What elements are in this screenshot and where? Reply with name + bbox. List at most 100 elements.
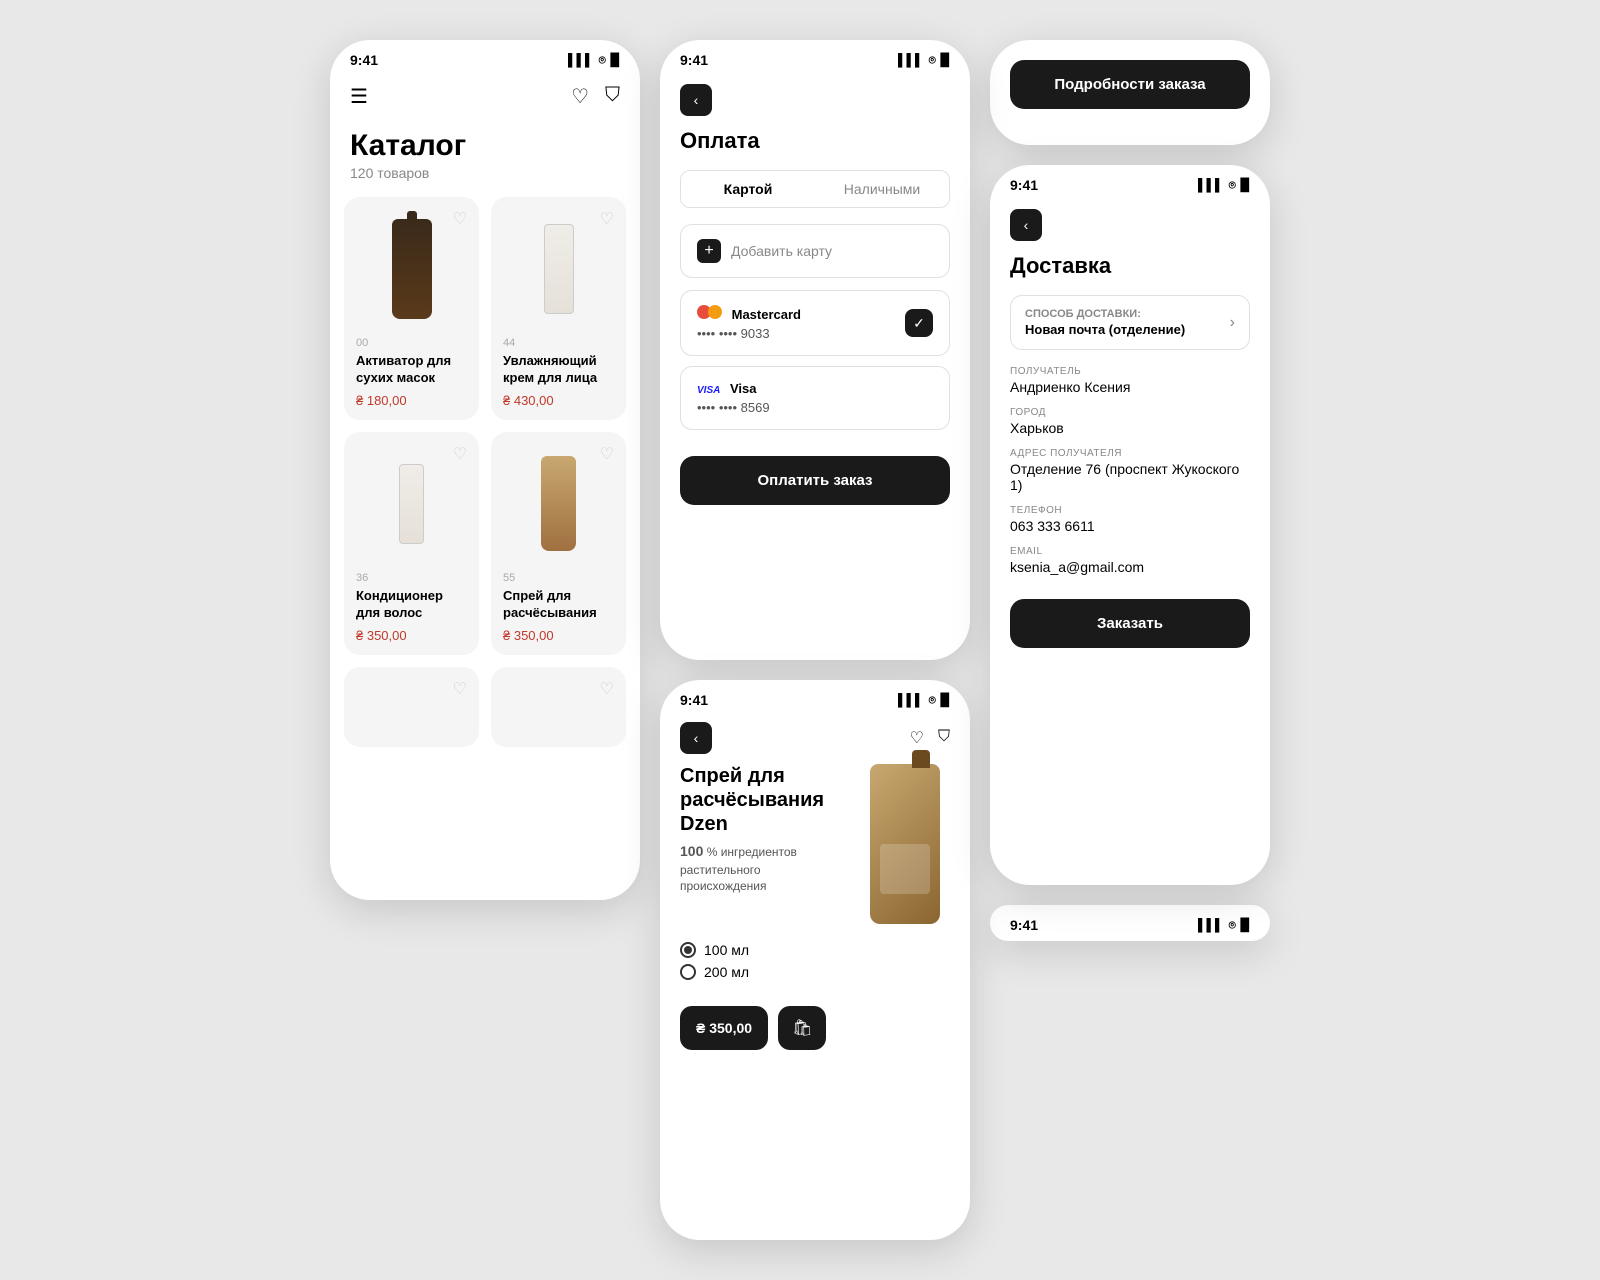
- heart-icon-1[interactable]: ♡: [453, 209, 467, 229]
- right-column: Подробности заказа 9:41 ▌▌▌ ⌾ ▉ ‹ Достав…: [990, 40, 1270, 941]
- radio-200ml[interactable]: [680, 964, 696, 980]
- heart-icon-6[interactable]: ♡: [600, 679, 614, 699]
- delivery-method-value: Новая почта (отделение): [1025, 322, 1185, 337]
- delivery-method-label: Способ доставки:: [1025, 308, 1185, 320]
- size-100ml[interactable]: 100 мл: [680, 942, 970, 958]
- product-cart-icon[interactable]: ⛉: [938, 728, 950, 748]
- product-grid-partial: ♡ ♡: [330, 667, 640, 763]
- bottom-partial-screen: 9:41 ▌▌▌ ⌾ ▉: [990, 905, 1270, 941]
- status-bar-3: 9:41 ▌▌▌ ⌾ ▉: [660, 680, 970, 716]
- mastercard-logo: [697, 305, 722, 319]
- battery-icon-3: ▉: [941, 693, 950, 707]
- status-bar-2: 9:41 ▌▌▌ ⌾ ▉: [660, 40, 970, 76]
- wishlist-icon[interactable]: ♡: [571, 84, 589, 109]
- email-block: EMAIL ksenia_a@gmail.com: [1010, 546, 1250, 575]
- order-details-button[interactable]: Подробности заказа: [1010, 60, 1250, 109]
- visa-logo: VISA: [697, 385, 720, 396]
- battery-icon-2: ▉: [941, 53, 950, 67]
- catalog-header: Каталог 120 товаров: [330, 121, 640, 197]
- ingredient-badge: 100 % ингредиентов растительного происхо…: [680, 842, 840, 895]
- signal-icon-3: ▌▌▌: [898, 693, 924, 707]
- pay-button[interactable]: Оплатить заказ: [680, 456, 950, 505]
- tab-card[interactable]: Картой: [681, 171, 815, 207]
- card-row-visa[interactable]: VISA Visa •••• •••• 8569: [680, 366, 950, 430]
- visa-info: VISA Visa •••• •••• 8569: [697, 381, 933, 415]
- heart-icon-3[interactable]: ♡: [453, 444, 467, 464]
- size-options: 100 мл 200 мл: [660, 934, 970, 994]
- size-200ml[interactable]: 200 мл: [680, 964, 970, 980]
- order-details-partial: Подробности заказа: [990, 40, 1270, 145]
- product-card-1[interactable]: ♡ 00 Активатор для сухих масок ₴ 180,00: [344, 197, 479, 420]
- wifi-icon: ⌾: [599, 53, 606, 68]
- spray-bottle-image: [870, 764, 940, 924]
- wifi-icon-5: ⌾: [1229, 918, 1236, 933]
- product-detail-left: Спрей для расчёсывания Dzen 100 % ингред…: [660, 764, 840, 934]
- card-row-mastercard[interactable]: Mastercard •••• •••• 9033 ✓: [680, 290, 950, 356]
- product-detail-content: Спрей для расчёсывания Dzen 100 % ингред…: [660, 764, 970, 934]
- product-card-3[interactable]: ♡ 36 Кондиционер для волос ₴ 350,00: [344, 432, 479, 655]
- product-top-icons: ♡ ⛉: [910, 728, 950, 748]
- email-value: ksenia_a@gmail.com: [1010, 559, 1250, 575]
- product-card-4[interactable]: ♡ 55 Спрей для расчёсывания ₴ 350,00: [491, 432, 626, 655]
- product-detail-right: [840, 764, 970, 934]
- wifi-icon-3: ⌾: [929, 693, 936, 708]
- address-block: АДРЕС ПОЛУЧАТЕЛЯ Отделение 76 (проспект …: [1010, 448, 1250, 493]
- payment-tabs: Картой Наличными: [680, 170, 950, 208]
- price-button[interactable]: ₴ 350,00: [680, 1006, 768, 1050]
- delivery-method-box[interactable]: Способ доставки: Новая почта (отделение)…: [1010, 295, 1250, 350]
- wifi-icon-4: ⌾: [1229, 178, 1236, 193]
- product-number-3: 36: [356, 572, 467, 584]
- ingredient-percent: 100: [680, 843, 703, 859]
- visa-label: Visa: [730, 381, 757, 396]
- status-icons-2: ▌▌▌ ⌾ ▉: [898, 53, 950, 68]
- radio-100ml[interactable]: [680, 942, 696, 958]
- heart-icon-4[interactable]: ♡: [600, 444, 614, 464]
- delivery-screen: 9:41 ▌▌▌ ⌾ ▉ ‹ Доставка Способ доставки:…: [990, 165, 1270, 885]
- delivery-method-content: Способ доставки: Новая почта (отделение): [1025, 308, 1185, 337]
- phone-label: ТЕЛЕФОН: [1010, 505, 1250, 516]
- cart-icon[interactable]: ⛉: [605, 84, 620, 109]
- product-wishlist-icon[interactable]: ♡: [910, 728, 924, 748]
- visa-number: •••• •••• 8569: [697, 400, 933, 415]
- order-button[interactable]: Заказать: [1010, 599, 1250, 648]
- city-block: ГОРОД Харьков: [1010, 407, 1250, 436]
- back-button-4[interactable]: ‹: [1010, 209, 1042, 241]
- middle-column: 9:41 ▌▌▌ ⌾ ▉ ‹ Оплата Картой Наличными +…: [660, 40, 970, 1240]
- add-to-cart-button[interactable]: 🛍: [778, 1006, 826, 1050]
- back-button-3[interactable]: ‹: [680, 722, 712, 754]
- recipient-block: ПОЛУЧАТЕЛЬ Андриенко Ксения: [1010, 366, 1250, 395]
- mastercard-brand: Mastercard: [697, 305, 905, 322]
- product-image-2: [503, 209, 614, 329]
- signal-icon-4: ▌▌▌: [1198, 178, 1224, 192]
- product-name-4: Спрей для расчёсывания: [503, 588, 614, 622]
- size-200ml-label: 200 мл: [704, 964, 749, 980]
- payment-screen: 9:41 ▌▌▌ ⌾ ▉ ‹ Оплата Картой Наличными +…: [660, 40, 970, 660]
- buy-bar: ₴ 350,00 🛍: [680, 1006, 950, 1050]
- product-card-2[interactable]: ♡ 44 Увлажняющий крем для лица ₴ 430,00: [491, 197, 626, 420]
- product-image-4: [503, 444, 614, 564]
- visa-brand: VISA Visa: [697, 381, 933, 396]
- product-image-1: [356, 209, 467, 329]
- recipient-value: Андриенко Ксения: [1010, 379, 1250, 395]
- tab-cash[interactable]: Наличными: [815, 171, 949, 207]
- battery-icon-4: ▉: [1241, 178, 1250, 192]
- heart-icon-2[interactable]: ♡: [600, 209, 614, 229]
- product-card-6[interactable]: ♡: [491, 667, 626, 747]
- address-value: Отделение 76 (проспект Жукоского 1): [1010, 461, 1250, 493]
- city-value: Харьков: [1010, 420, 1250, 436]
- heart-icon-5[interactable]: ♡: [453, 679, 467, 699]
- status-bar-1: 9:41 ▌▌▌ ⌾ ▉: [330, 40, 640, 76]
- product-image-3: [356, 444, 467, 564]
- bottle-image-1: [392, 219, 432, 319]
- chevron-down-icon: ›: [1230, 314, 1235, 332]
- add-card-row[interactable]: + Добавить карту: [680, 224, 950, 278]
- product-detail-screen: 9:41 ▌▌▌ ⌾ ▉ ‹ ♡ ⛉ Спрей для расчёсывани…: [660, 680, 970, 1240]
- bottle-label: [880, 844, 930, 894]
- time-3: 9:41: [680, 692, 708, 708]
- product-card-5[interactable]: ♡: [344, 667, 479, 747]
- menu-icon[interactable]: ☰: [350, 84, 368, 109]
- back-button-2[interactable]: ‹: [680, 84, 712, 116]
- product-name-3: Кондиционер для волос: [356, 588, 467, 622]
- add-card-text: Добавить карту: [731, 243, 832, 259]
- time-4: 9:41: [1010, 177, 1038, 193]
